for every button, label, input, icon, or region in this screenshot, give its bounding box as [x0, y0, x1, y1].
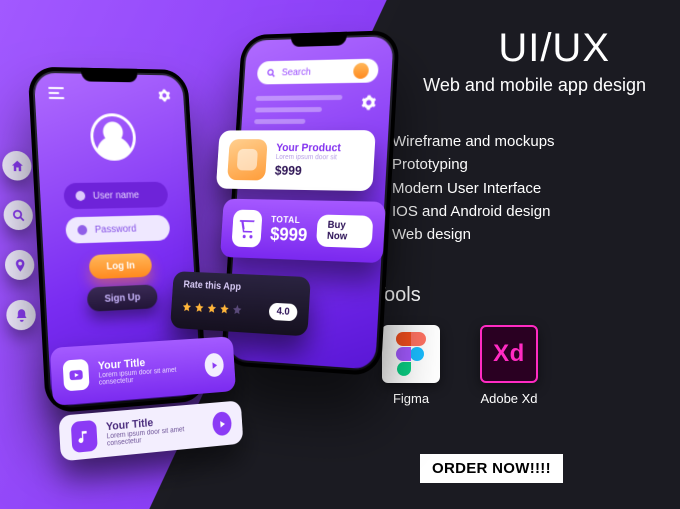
total-price: $999 [270, 224, 308, 246]
product-subtitle: Lorem ipsum door sit [275, 154, 340, 161]
bell-icon [6, 300, 36, 331]
signup-button[interactable]: Sign Up [87, 284, 158, 312]
buy-now-button[interactable]: Buy Now [316, 214, 373, 248]
star-icon[interactable] [194, 302, 205, 313]
password-input[interactable]: Password [65, 215, 170, 244]
pin-icon [5, 250, 35, 280]
input-placeholder: User name [93, 189, 140, 201]
search-icon [266, 67, 277, 78]
rating-title: Rate this App [183, 279, 299, 296]
input-placeholder: Password [95, 223, 137, 235]
product-title: Your Product [276, 142, 341, 154]
product-price: $999 [274, 163, 340, 179]
username-input[interactable]: User name [63, 182, 168, 210]
play-icon[interactable] [204, 353, 224, 378]
order-now-button[interactable]: ORDER NOW!!!! [420, 454, 563, 483]
adobe-xd-icon: Xd [480, 325, 538, 383]
login-button[interactable]: Log In [89, 253, 153, 279]
star-icon[interactable] [207, 302, 218, 313]
list-item: IOS and Android design [392, 200, 658, 223]
product-card[interactable]: Your Product Lorem ipsum door sit $999 [216, 130, 376, 191]
home-icon [2, 151, 32, 181]
play-icon[interactable] [212, 411, 232, 436]
cart-icon [231, 210, 262, 248]
music-icon [71, 420, 98, 453]
input-placeholder: Search [281, 66, 311, 77]
avatar-icon [89, 113, 137, 161]
rating-score: 4.0 [269, 303, 298, 322]
list-item: Wireframe and mockups [392, 130, 658, 153]
hamburger-icon[interactable] [48, 87, 64, 99]
search-go-icon[interactable] [353, 63, 369, 79]
floating-icon-column [2, 151, 36, 331]
total-label: TOTAL [271, 214, 309, 225]
product-image [227, 139, 268, 180]
list-item: Modern User Interface [392, 177, 658, 200]
media-card[interactable]: Your Title Lorem ipsum door sit amet con… [50, 336, 236, 406]
star-icon[interactable] [182, 301, 192, 312]
user-icon [75, 191, 85, 201]
tool-label: Adobe Xd [480, 391, 537, 406]
lock-icon [77, 225, 87, 235]
gear-icon[interactable] [361, 94, 377, 110]
gear-icon[interactable] [158, 89, 172, 103]
list-item: Web design [392, 223, 658, 246]
star-empty-icon[interactable] [232, 304, 243, 316]
total-card: TOTAL $999 Buy Now [220, 199, 386, 263]
feature-list: Wireframe and mockups Prototyping Modern… [392, 130, 658, 246]
star-icon[interactable] [219, 303, 230, 314]
rating-card: Rate this App 4.0 [170, 271, 311, 336]
tool-adobe-xd: Xd Adobe Xd [480, 325, 538, 406]
search-input[interactable]: Search [257, 59, 379, 85]
placeholder-lines [254, 95, 342, 124]
search-icon [3, 200, 33, 230]
mockup-stage: User name Password Log In Sign Up Search [0, 0, 420, 509]
video-icon [63, 359, 90, 392]
list-item: Prototyping [392, 153, 658, 176]
